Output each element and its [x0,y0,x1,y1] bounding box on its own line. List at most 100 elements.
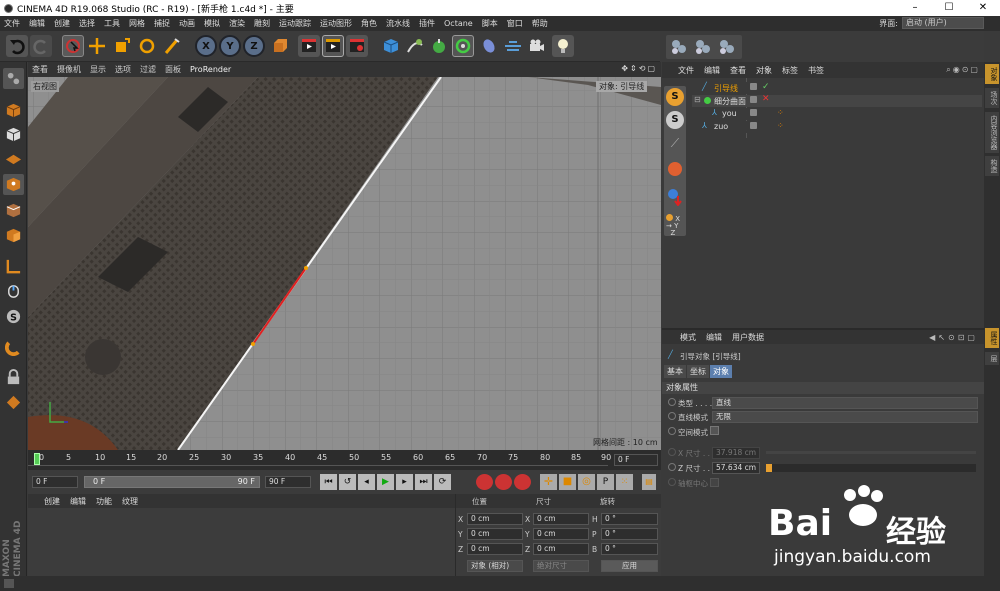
obj-menu-tags[interactable]: 标签 [782,65,798,76]
select-tool-icon[interactable] [62,35,84,57]
object-row-you[interactable]: ⅄ you ⁘ [692,108,982,120]
mode-anim-dot[interactable] [668,412,676,420]
x-axis-lock-icon[interactable]: X [195,35,217,57]
viewport-menu-camera[interactable]: 摄像机 [57,64,81,75]
magnet-icon[interactable] [3,337,24,358]
obj-menu-edit[interactable]: 编辑 [704,65,720,76]
viewport-menu-options[interactable]: 选项 [115,64,131,75]
array-icon[interactable] [452,35,474,57]
viewport-nav-icons[interactable]: ✥⇕⟲▢ [621,64,657,73]
position-x-field[interactable]: 0 cm [467,513,523,525]
tab-basic[interactable]: 基本 [664,365,686,378]
subdivision-visibility-icon[interactable] [750,96,757,103]
viewport-3d[interactable]: 右视图 对象: 引导线 网格间距 : 10 cm [28,77,661,450]
viewport-menu-prorender[interactable]: ProRender [190,65,231,74]
key-pla-icon[interactable]: ⁙ [616,474,633,490]
line-mode-dropdown[interactable]: 无限 [712,411,978,423]
size-y-field[interactable]: 0 cm [533,528,589,540]
viewport-menu-display[interactable]: 显示 [90,64,106,75]
menu-select[interactable]: 选择 [79,18,95,29]
apply-button[interactable]: 应用 [601,560,658,572]
keyframe-selection-icon[interactable] [514,474,531,490]
tab-attributes-vertical[interactable]: 属性 [985,328,999,348]
timeline-ruler[interactable]: 0 5 10 15 20 25 30 35 40 45 50 55 60 65 … [28,450,661,470]
subdivision-expand-icon[interactable]: ⊟ [694,95,701,104]
guide-enabled-icon[interactable]: ✓ [762,82,770,92]
sphere-arrow-icon[interactable] [666,188,684,207]
object-name-zuo[interactable]: zuo [714,122,728,131]
y-axis-lock-icon[interactable]: Y [219,35,241,57]
close-button[interactable]: ✕ [966,0,1000,16]
viewport-menu-filter[interactable]: 过滤 [140,64,156,75]
object-row-guide[interactable]: ╱ 引导线 ✓ [692,82,982,94]
position-y-field[interactable]: 0 cm [467,528,523,540]
obj-menu-file[interactable]: 文件 [678,65,694,76]
menu-sculpt[interactable]: 雕刻 [254,18,270,29]
coordinate-system-icon[interactable] [268,35,290,57]
next-frame-icon[interactable]: ▸ [396,474,413,490]
timeline-end-field[interactable]: 0 F [614,454,658,466]
menu-octane[interactable]: Octane [444,19,473,28]
tab-takes-vertical[interactable]: 场次 [985,88,999,108]
tab-layers-vertical[interactable]: 层 [985,352,999,365]
size-mode-dropdown[interactable]: 绝对尺寸 [533,560,589,572]
object-row-zuo[interactable]: ⅄ zuo ⁘ [692,121,982,133]
type-dropdown[interactable]: 直线 [712,397,978,409]
start-frame-field[interactable]: 0 F [32,476,78,488]
rotation-b-field[interactable]: 0 ° [601,543,658,555]
viewport-menu-view[interactable]: 查看 [32,64,48,75]
tweak-mode-icon[interactable] [3,280,24,301]
planar-workplane-icon[interactable] [3,392,24,413]
you-visibility-icon[interactable] [750,109,757,116]
spline-pen-icon[interactable]: ⟋ [666,136,684,154]
attr-menu-mode[interactable]: 模式 [680,332,696,343]
mat-menu-edit[interactable]: 编辑 [70,496,86,507]
move-tool-icon[interactable] [86,35,108,57]
menu-snap[interactable]: 捕捉 [154,18,170,29]
autokey-icon[interactable] [495,474,512,490]
undo-icon[interactable] [6,35,28,57]
menu-file[interactable]: 文件 [4,18,20,29]
object-row-subdivision[interactable]: ⊟ 细分曲面 ✕ [692,94,982,107]
menu-pipeline[interactable]: 流水线 [386,18,410,29]
attr-menu-edit[interactable]: 编辑 [706,332,722,343]
menu-mesh[interactable]: 网格 [129,18,145,29]
menu-help[interactable]: 帮助 [532,18,548,29]
snap-s2-icon[interactable]: S [666,111,684,129]
render-picture-viewer-icon[interactable] [322,35,344,57]
snap-icon[interactable]: S [3,306,24,327]
zuo-visibility-icon[interactable] [750,122,757,129]
coord-mode-dropdown[interactable]: 对象 (相对) [467,560,523,572]
rotation-h-field[interactable]: 0 ° [601,513,658,525]
octane-render-icon[interactable] [668,36,690,58]
workplane-mode-icon[interactable] [3,148,24,169]
tab-object[interactable]: 对象 [710,365,732,378]
rotation-p-field[interactable]: 0 ° [601,528,658,540]
object-name-subdivision[interactable]: 细分曲面 [714,96,746,107]
type-anim-dot[interactable] [668,398,676,406]
redo-icon[interactable] [30,35,52,57]
end-frame-field[interactable]: 90 F [265,476,311,488]
zsize-anim-dot[interactable] [668,463,676,471]
viewport-menu-panel[interactable]: 面板 [165,64,181,75]
timeline-scheme-icon[interactable]: ▤ [642,474,656,490]
record-key-icon[interactable] [476,474,493,490]
mat-menu-create[interactable]: 创建 [44,496,60,507]
menu-tools[interactable]: 工具 [104,18,120,29]
sphere-point-icon[interactable] [668,162,682,176]
octane-settings-icon[interactable] [716,36,738,58]
go-to-end-icon[interactable]: ⏭ [415,474,432,490]
space-anim-dot[interactable] [668,427,676,435]
z-axis-lock-icon[interactable]: Z [243,35,265,57]
previous-frame-icon[interactable]: ◂ [358,474,375,490]
points-mode-icon[interactable] [3,174,24,195]
render-settings-icon[interactable] [346,35,368,57]
subdivision-disabled-icon[interactable]: ✕ [762,94,770,104]
key-rotation-icon[interactable]: ◎ [578,474,595,490]
pen-spline-icon[interactable] [404,35,426,57]
lock-workplane-icon[interactable] [3,367,24,388]
render-view-icon[interactable] [298,35,320,57]
object-name-guide[interactable]: 引导线 [714,83,738,94]
menu-plugins[interactable]: 插件 [419,18,435,29]
subdivision-surface-icon[interactable] [428,35,450,57]
